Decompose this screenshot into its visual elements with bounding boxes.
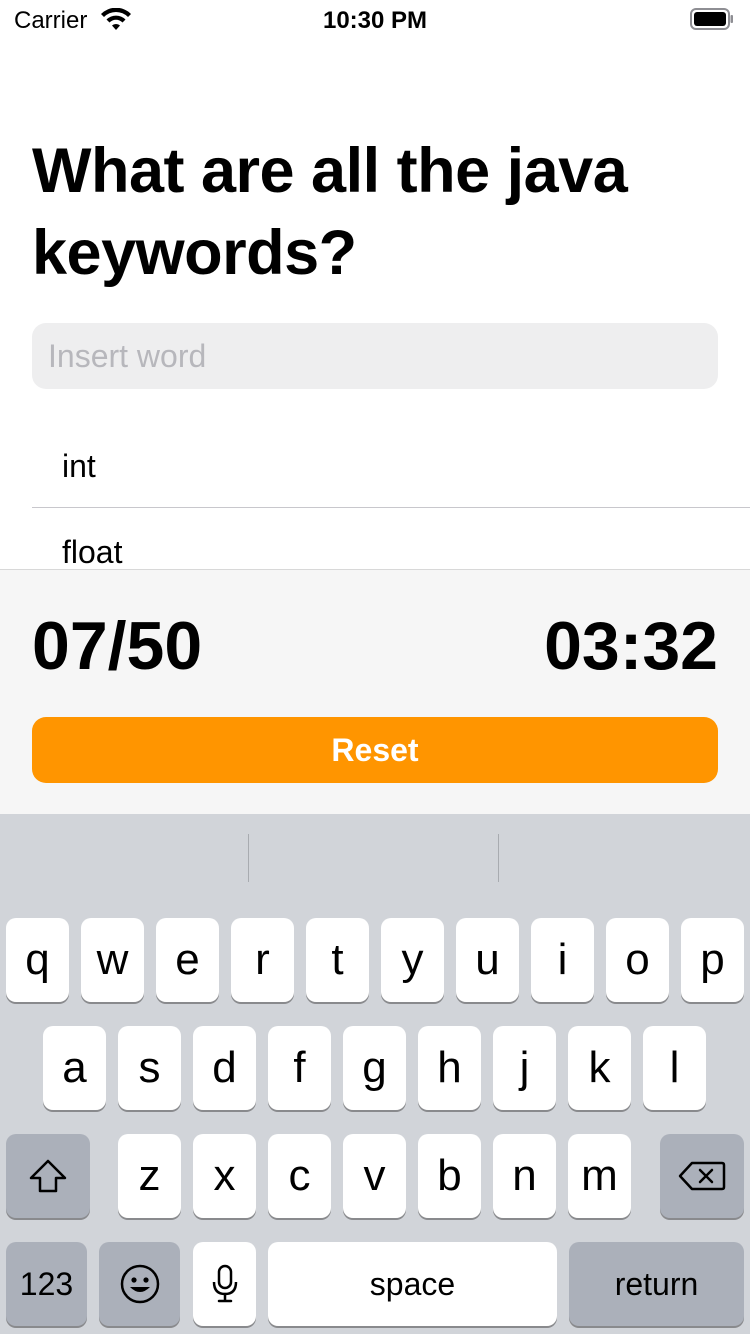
numbers-key[interactable]: 123 bbox=[6, 1242, 87, 1326]
footer-panel: 07/50 03:32 Reset bbox=[0, 569, 750, 814]
key-e[interactable]: e bbox=[156, 918, 219, 1002]
key-k[interactable]: k bbox=[568, 1026, 631, 1110]
key-z[interactable]: z bbox=[118, 1134, 181, 1218]
key-s[interactable]: s bbox=[118, 1026, 181, 1110]
key-g[interactable]: g bbox=[343, 1026, 406, 1110]
key-i[interactable]: i bbox=[531, 918, 594, 1002]
microphone-icon bbox=[211, 1264, 239, 1304]
key-t[interactable]: t bbox=[306, 918, 369, 1002]
keyboard: q w e r t y u i o p a s d f g h j k l z … bbox=[0, 814, 750, 1334]
word-input[interactable] bbox=[32, 323, 718, 389]
answer-list: int float bbox=[32, 422, 750, 569]
microphone-key[interactable] bbox=[193, 1242, 256, 1326]
status-bar: Carrier 10:30 PM bbox=[0, 0, 750, 40]
space-key[interactable]: space bbox=[268, 1242, 557, 1326]
battery-icon bbox=[690, 8, 734, 30]
emoji-key[interactable] bbox=[99, 1242, 180, 1326]
key-y[interactable]: y bbox=[381, 918, 444, 1002]
key-f[interactable]: f bbox=[268, 1026, 331, 1110]
question-title: What are all the java keywords? bbox=[32, 136, 628, 288]
suggestion-bar[interactable] bbox=[0, 814, 750, 904]
key-r[interactable]: r bbox=[231, 918, 294, 1002]
key-n[interactable]: n bbox=[493, 1134, 556, 1218]
shift-key[interactable] bbox=[6, 1134, 90, 1218]
key-x[interactable]: x bbox=[193, 1134, 256, 1218]
key-d[interactable]: d bbox=[193, 1026, 256, 1110]
key-v[interactable]: v bbox=[343, 1134, 406, 1218]
key-h[interactable]: h bbox=[418, 1026, 481, 1110]
delete-key[interactable] bbox=[660, 1134, 744, 1218]
key-q[interactable]: q bbox=[6, 918, 69, 1002]
suggestion-divider bbox=[248, 834, 249, 882]
answer-item: int bbox=[32, 422, 750, 508]
key-u[interactable]: u bbox=[456, 918, 519, 1002]
key-a[interactable]: a bbox=[43, 1026, 106, 1110]
key-c[interactable]: c bbox=[268, 1134, 331, 1218]
key-w[interactable]: w bbox=[81, 918, 144, 1002]
shift-icon bbox=[28, 1158, 68, 1194]
key-l[interactable]: l bbox=[643, 1026, 706, 1110]
score-counter: 07/50 bbox=[32, 608, 203, 684]
countdown-timer: 03:32 bbox=[544, 608, 718, 684]
suggestion-divider bbox=[498, 834, 499, 882]
key-b[interactable]: b bbox=[418, 1134, 481, 1218]
key-m[interactable]: m bbox=[568, 1134, 631, 1218]
status-time: 10:30 PM bbox=[322, 7, 428, 34]
return-key[interactable]: return bbox=[569, 1242, 744, 1326]
delete-icon bbox=[678, 1160, 726, 1192]
key-j[interactable]: j bbox=[493, 1026, 556, 1110]
key-o[interactable]: o bbox=[606, 918, 669, 1002]
answer-item: float bbox=[32, 508, 750, 569]
key-p[interactable]: p bbox=[681, 918, 744, 1002]
reset-button[interactable]: Reset bbox=[32, 717, 718, 783]
emoji-icon bbox=[119, 1263, 161, 1305]
